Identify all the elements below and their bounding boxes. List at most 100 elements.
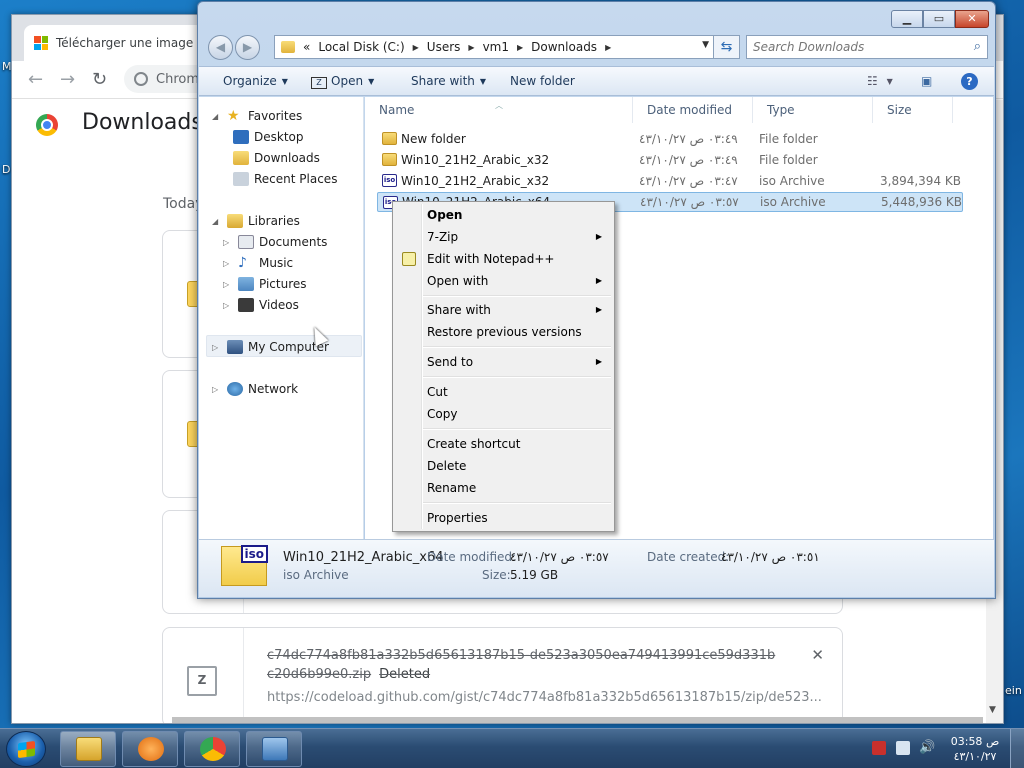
- nav-item-downloads[interactable]: Downloads: [233, 151, 320, 165]
- menu-item-cut[interactable]: Cut: [395, 381, 612, 403]
- nav-item-pictures[interactable]: ▷ Pictures: [223, 277, 307, 291]
- file-date: ٠٣:٤٧ ص ٤٣/١٠/٢٧: [639, 174, 738, 188]
- file-row[interactable]: iso Win10_21H2_Arabic_x32 ٠٣:٤٧ ص ٤٣/١٠/…: [377, 171, 963, 191]
- back-arrow-icon[interactable]: ←: [28, 69, 43, 90]
- preview-pane-icon[interactable]: ▣: [921, 74, 932, 88]
- nav-item-network[interactable]: ▷ Network: [212, 382, 298, 396]
- nav-item-documents[interactable]: ▷ Documents: [223, 235, 327, 249]
- zip-file-icon: Z: [187, 666, 217, 696]
- collapsed-icon: ▷: [223, 258, 230, 268]
- start-button[interactable]: [6, 731, 46, 767]
- chevron-right-icon[interactable]: ▶: [468, 43, 474, 52]
- open-button[interactable]: Z Open ▼: [311, 74, 374, 89]
- menu-item-edit-notepad[interactable]: Edit with Notepad++: [395, 248, 612, 270]
- details-date-created-label: Date created:: [647, 550, 730, 564]
- menu-separator: [423, 428, 611, 430]
- taskbar-chrome[interactable]: [184, 731, 240, 767]
- network-tray-icon[interactable]: [896, 741, 910, 755]
- menu-item-rename[interactable]: Rename: [395, 477, 612, 499]
- minimize-icon[interactable]: ▁: [891, 10, 923, 28]
- maximize-icon[interactable]: ▭: [923, 10, 955, 28]
- details-file-type: iso Archive: [283, 568, 349, 582]
- close-icon[interactable]: ✕: [955, 10, 989, 28]
- documents-icon: [238, 235, 254, 249]
- submenu-arrow-icon: ▶: [595, 276, 602, 285]
- breadcrumb-item[interactable]: Local Disk (C:): [318, 40, 404, 54]
- chevron-down-icon[interactable]: ▼: [702, 40, 709, 50]
- chrome-tab[interactable]: Télécharger une image disque: [24, 25, 214, 61]
- file-name: New folder: [401, 132, 466, 146]
- breadcrumb-item[interactable]: Users: [427, 40, 461, 54]
- address-bar[interactable]: « Local Disk (C:) ▶ Users ▶ vm1 ▶ Downlo…: [274, 35, 714, 59]
- file-type: iso Archive: [759, 174, 825, 188]
- chevron-down-icon: ▼: [281, 77, 288, 86]
- file-row[interactable]: Win10_21H2_Arabic_x32 ٠٣:٤٩ ص ٤٣/١٠/٢٧ F…: [377, 150, 963, 170]
- window-controls: ▁ ▭ ✕: [891, 10, 989, 28]
- breadcrumb-item[interactable]: Downloads: [531, 40, 597, 54]
- menu-item-restore-versions[interactable]: Restore previous versions: [395, 321, 612, 343]
- nav-item-favorites[interactable]: ◢ ★ Favorites: [212, 109, 302, 123]
- chrome-horizontal-scrollbar[interactable]: [172, 717, 983, 723]
- folder-icon: [382, 153, 397, 166]
- view-options-icon[interactable]: ☷ ▼: [867, 74, 893, 88]
- column-header-size[interactable]: Size: [873, 97, 953, 123]
- remove-download-icon[interactable]: ✕: [811, 646, 824, 664]
- menu-item-send-to[interactable]: Send to ▶: [395, 351, 612, 373]
- refresh-icon[interactable]: ⇆: [713, 35, 740, 59]
- collapsed-icon: ▷: [223, 279, 230, 289]
- nav-item-recent-places[interactable]: Recent Places: [233, 172, 337, 186]
- details-date-modified: ٠٣:٥٧ ص ٤٣/١٠/٢٧: [510, 550, 609, 564]
- column-header-name[interactable]: Name ︿: [365, 97, 633, 123]
- file-name: Win10_21H2_Arabic_x32: [401, 153, 550, 167]
- search-icon[interactable]: ⌕: [974, 39, 981, 54]
- menu-item-7zip[interactable]: 7-Zip ▶: [395, 226, 612, 248]
- expanded-icon: ◢: [212, 216, 219, 226]
- search-box[interactable]: ⌕: [746, 35, 988, 59]
- nav-item-music[interactable]: ▷ ♪ Music: [223, 256, 293, 270]
- file-row[interactable]: New folder ٠٣:٤٩ ص ٤٣/١٠/٢٧ File folder: [377, 129, 963, 149]
- taskbar-media-player[interactable]: [122, 731, 178, 767]
- menu-item-copy[interactable]: Copy: [395, 403, 612, 425]
- nav-item-videos[interactable]: ▷ Videos: [223, 298, 299, 312]
- action-center-flag-icon[interactable]: [872, 741, 886, 755]
- download-url[interactable]: https://codeload.github.com/gist/c74dc77…: [267, 690, 822, 705]
- reload-icon[interactable]: ↻: [92, 69, 107, 90]
- site-info-icon[interactable]: [134, 72, 148, 86]
- menu-separator: [423, 502, 611, 504]
- chevron-right-icon[interactable]: ▶: [605, 43, 611, 52]
- system-clock[interactable]: 03:58 ص ٤٣/١٠/٢٧: [950, 734, 1000, 764]
- back-button[interactable]: ◀: [208, 35, 233, 60]
- taskbar-control-panel[interactable]: [246, 731, 302, 767]
- menu-item-share-with[interactable]: Share with ▶: [395, 299, 612, 321]
- chevron-right-icon[interactable]: ▶: [413, 43, 419, 52]
- show-desktop-button[interactable]: [1010, 729, 1024, 768]
- organize-button[interactable]: Organize ▼: [223, 74, 288, 88]
- forward-arrow-icon[interactable]: →: [60, 69, 75, 90]
- help-icon[interactable]: ?: [961, 73, 978, 90]
- share-with-button[interactable]: Share with ▼: [411, 74, 486, 88]
- iso-file-icon: iso: [382, 174, 397, 187]
- nav-item-libraries[interactable]: ◢ Libraries: [212, 214, 300, 228]
- nav-item-my-computer[interactable]: ▷ My Computer: [212, 340, 329, 354]
- download-card-deleted[interactable]: Z c74dc774a8fb81a332b5d65613187b15-de523…: [162, 627, 843, 723]
- breadcrumb-overflow[interactable]: «: [303, 40, 310, 54]
- scroll-down-icon[interactable]: ▼: [989, 705, 996, 715]
- nav-item-desktop[interactable]: Desktop: [233, 130, 304, 144]
- menu-item-properties[interactable]: Properties: [395, 507, 612, 529]
- menu-item-delete[interactable]: Delete: [395, 455, 612, 477]
- menu-item-open[interactable]: Open: [395, 204, 612, 226]
- navigation-pane: ◢ ★ Favorites Desktop Downloads Recent Pla…: [199, 97, 364, 539]
- column-header-date[interactable]: Date modified: [633, 97, 753, 123]
- chevron-right-icon[interactable]: ▶: [517, 43, 523, 52]
- search-input[interactable]: [747, 36, 957, 58]
- column-header-type[interactable]: Type: [753, 97, 873, 123]
- menu-item-open-with[interactable]: Open with ▶: [395, 270, 612, 292]
- volume-icon[interactable]: 🔊: [919, 741, 935, 755]
- taskbar-explorer[interactable]: [60, 731, 116, 767]
- new-folder-button[interactable]: New folder: [510, 74, 575, 88]
- forward-button[interactable]: ▶: [235, 35, 260, 60]
- music-icon: ♪: [238, 255, 247, 271]
- breadcrumb-item[interactable]: vm1: [483, 40, 509, 54]
- menu-item-create-shortcut[interactable]: Create shortcut: [395, 433, 612, 455]
- notepad-plus-plus-icon: [402, 252, 416, 266]
